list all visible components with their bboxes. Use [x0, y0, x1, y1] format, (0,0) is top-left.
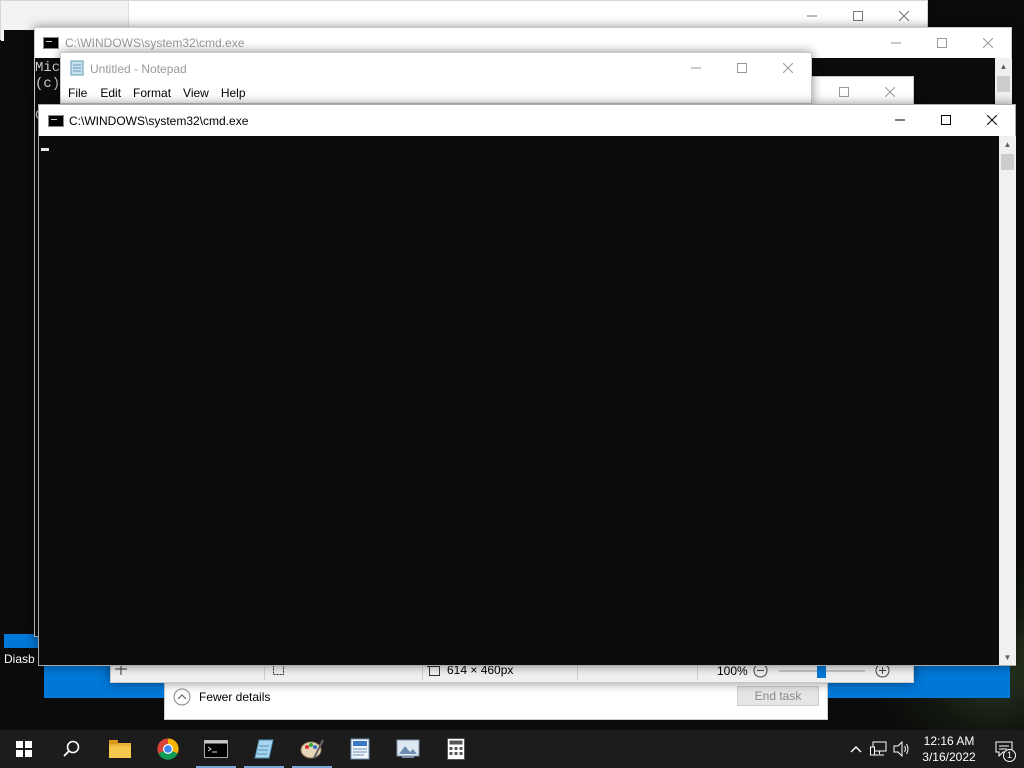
scroll-up-button[interactable]: ▲ — [995, 58, 1012, 74]
maximize-icon — [737, 63, 747, 73]
minimize-button[interactable] — [873, 28, 919, 58]
notepad-app-icon — [70, 60, 84, 76]
file-explorer-icon — [109, 740, 131, 758]
end-task-button[interactable]: End task — [737, 686, 819, 706]
search-icon — [63, 740, 80, 757]
taskbar-cmd[interactable] — [192, 730, 240, 768]
taskbar-photos[interactable] — [384, 730, 432, 768]
fewer-details-toggle[interactable]: Fewer details — [173, 687, 270, 707]
cmd-icon — [204, 740, 228, 758]
chevron-up-circle-icon — [173, 688, 191, 706]
scroll-down-button[interactable]: ▼ — [999, 649, 1016, 665]
cmd-front-title: C:\WINDOWS\system32\cmd.exe — [69, 114, 249, 128]
cmd-window-front[interactable]: C:\WINDOWS\system32\cmd.exe ▲ ▼ — [38, 104, 1016, 666]
search-button[interactable] — [48, 730, 96, 768]
volume-button[interactable] — [890, 741, 914, 757]
menu-edit[interactable]: Edit — [94, 86, 127, 100]
maximize-icon — [839, 87, 849, 97]
notepad-caption — [673, 53, 811, 83]
menu-view[interactable]: View — [177, 86, 215, 100]
scroll-thumb[interactable] — [1001, 154, 1014, 170]
close-button[interactable] — [765, 53, 811, 83]
wordpad-icon — [350, 738, 370, 760]
notepad-menubar: File Edit Format View Help — [61, 83, 252, 103]
close-icon — [783, 63, 793, 73]
end-task-label: End task — [754, 689, 802, 703]
cmd-front-scrollbar[interactable]: ▲ ▼ — [999, 136, 1016, 665]
network-icon — [870, 741, 887, 756]
cmd-back-title: C:\WINDOWS\system32\cmd.exe — [65, 36, 245, 50]
minimize-icon — [691, 67, 701, 69]
scroll-thumb[interactable] — [997, 76, 1010, 92]
close-button[interactable] — [867, 77, 913, 107]
taskbar-chrome[interactable] — [144, 730, 192, 768]
menu-file[interactable]: File — [67, 86, 94, 100]
cmd-app-icon — [43, 37, 59, 49]
minimize-icon — [807, 15, 817, 17]
start-button[interactable] — [0, 730, 48, 768]
taskbar-clock[interactable]: 12:16 AM 3/16/2022 — [914, 733, 984, 765]
close-icon — [983, 38, 993, 48]
scroll-up-button[interactable]: ▲ — [999, 136, 1016, 152]
console-line: (c) — [35, 76, 61, 92]
close-icon — [885, 87, 895, 97]
close-button[interactable] — [965, 28, 1011, 58]
maximize-button[interactable] — [719, 53, 765, 83]
photos-icon — [396, 739, 420, 758]
show-hidden-icons-button[interactable] — [844, 745, 868, 753]
task-manager-partial-text: Diasb — [4, 652, 35, 666]
notepad-title: Untitled - Notepad — [90, 62, 187, 76]
taskbar-calculator[interactable] — [432, 730, 480, 768]
maximize-button[interactable] — [919, 28, 965, 58]
paint-icon — [300, 739, 324, 759]
cmd-front-caption — [877, 105, 1015, 135]
maximize-icon — [937, 38, 947, 48]
maximize-icon — [941, 115, 951, 125]
taskbar-paint[interactable] — [288, 730, 336, 768]
zoom-slider[interactable] — [779, 663, 865, 678]
paint-caption — [821, 77, 913, 107]
notification-count-badge: 1 — [1003, 749, 1016, 762]
maximize-icon — [853, 11, 863, 21]
taskbar-notepad[interactable] — [240, 730, 288, 768]
close-icon — [987, 115, 997, 125]
cmd-front-console[interactable] — [39, 136, 999, 665]
console-line: Mic — [35, 60, 61, 76]
clock-date: 3/16/2022 — [922, 750, 976, 764]
menu-format[interactable]: Format — [127, 86, 177, 100]
system-tray: 12:16 AM 3/16/2022 1 — [844, 730, 1024, 768]
network-button[interactable] — [868, 741, 890, 757]
volume-icon — [893, 741, 909, 757]
minimize-icon — [895, 119, 905, 121]
action-center-button[interactable]: 1 — [984, 730, 1024, 768]
minimize-button[interactable] — [877, 105, 923, 135]
calculator-icon — [447, 738, 465, 760]
menu-help[interactable]: Help — [215, 86, 252, 100]
cmd-front-titlebar[interactable]: C:\WINDOWS\system32\cmd.exe — [39, 105, 1015, 135]
task-manager-left-gap — [4, 30, 36, 634]
text-cursor — [41, 148, 49, 151]
close-button[interactable] — [969, 105, 1015, 135]
fewer-details-label: Fewer details — [199, 690, 271, 704]
clock-time: 12:16 AM — [923, 734, 975, 748]
zoom-level: 100% — [717, 664, 748, 678]
cmd-back-caption — [873, 28, 1011, 58]
chrome-icon — [157, 738, 179, 760]
close-icon — [899, 11, 909, 21]
task-manager-footer: Fewer details End task — [164, 680, 828, 720]
maximize-button[interactable] — [923, 105, 969, 135]
taskbar-file-explorer[interactable] — [96, 730, 144, 768]
chevron-up-icon — [850, 746, 862, 753]
minimize-button[interactable] — [673, 53, 719, 83]
notepad-titlebar[interactable]: Untitled - Notepad — [61, 53, 811, 83]
notepad-window[interactable]: Untitled - Notepad File Edit Format View… — [60, 52, 812, 104]
taskbar-wordpad[interactable] — [336, 730, 384, 768]
minimize-icon — [891, 42, 901, 44]
taskbar: 12:16 AM 3/16/2022 1 — [0, 730, 1024, 768]
notepad-icon — [254, 739, 274, 759]
cmd-app-icon — [48, 115, 64, 127]
start-icon — [16, 741, 32, 757]
maximize-button[interactable] — [821, 77, 867, 107]
